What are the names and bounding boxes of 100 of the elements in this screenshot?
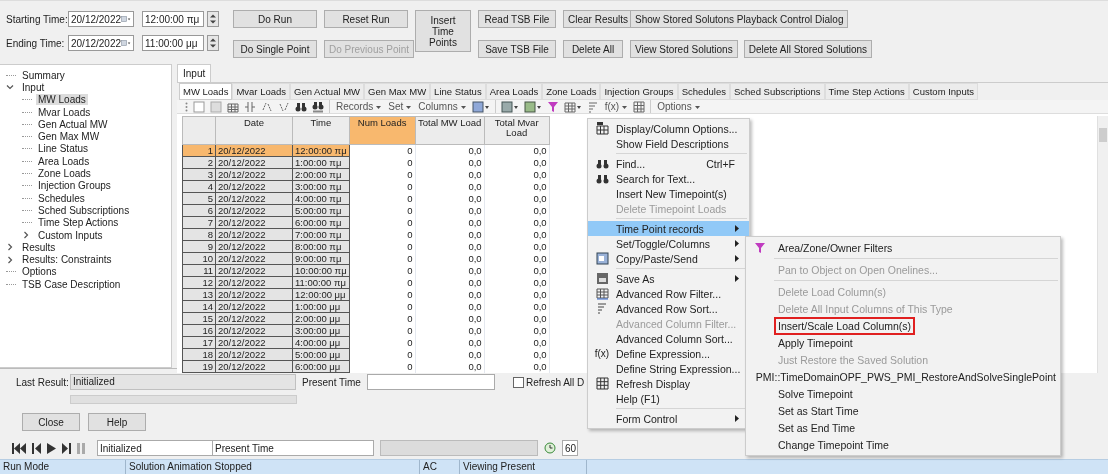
column-header[interactable]: Num Loads bbox=[349, 116, 416, 145]
column-header[interactable]: Total MW Load bbox=[415, 116, 485, 145]
menu-item[interactable]: Time Point records bbox=[588, 221, 749, 236]
toolbar-menu[interactable]: f(x) bbox=[603, 101, 629, 112]
time-field[interactable]: 11:00:00 μμ bbox=[142, 35, 204, 51]
tree-item[interactable]: Injection Groups bbox=[36, 180, 113, 192]
toolbar-button[interactable]: Save TSB File bbox=[478, 40, 556, 58]
menu-item[interactable]: Advanced Row Filter... bbox=[588, 286, 749, 301]
tree-item[interactable]: Sched Subscriptions bbox=[36, 204, 132, 216]
toolbar-menu[interactable]: Options bbox=[656, 101, 701, 112]
menu-item[interactable]: Solve Timepoint bbox=[746, 385, 1060, 402]
grid-icon[interactable] bbox=[633, 100, 646, 113]
scrollbar[interactable] bbox=[1097, 116, 1108, 373]
toolbar-menu[interactable]: Set bbox=[387, 101, 413, 112]
tree-item[interactable]: Line Status bbox=[36, 143, 91, 155]
toolbar-menu[interactable]: Columns bbox=[417, 101, 467, 112]
time-field[interactable]: 12:00:00 πμ bbox=[142, 11, 204, 27]
column-header[interactable]: Date bbox=[215, 116, 293, 145]
menu-item[interactable]: Area/Zone/Owner Filters bbox=[746, 239, 1060, 256]
menu-item[interactable]: f(x) Define Expression... bbox=[588, 346, 749, 361]
tree-item[interactable]: MW Loads bbox=[36, 94, 88, 106]
tree-item[interactable]: Input bbox=[20, 81, 47, 93]
grid-icon[interactable] bbox=[563, 100, 582, 113]
tab[interactable]: Time Step Actions bbox=[824, 83, 909, 100]
toolbar-button[interactable]: Insert Time Points bbox=[415, 10, 471, 52]
tree-item[interactable]: Summary bbox=[20, 69, 67, 81]
menu-item[interactable]: Advanced Row Sort... bbox=[588, 301, 749, 316]
menu-item[interactable]: Show Field Descriptions bbox=[588, 136, 749, 151]
tree-item[interactable]: Gen Max MW bbox=[36, 131, 102, 143]
toolbar-button[interactable]: Reset Run bbox=[324, 10, 408, 28]
toolbar-button[interactable]: Do Run bbox=[233, 10, 317, 28]
step-back-icon[interactable] bbox=[32, 442, 41, 454]
chevron-icon[interactable] bbox=[6, 83, 14, 92]
tab[interactable]: MW Loads bbox=[179, 83, 233, 100]
date-field[interactable]: 20/12/2022 bbox=[68, 35, 134, 51]
tab[interactable]: Gen Actual MW bbox=[290, 83, 365, 100]
menu-item[interactable]: Find... Ctrl+F bbox=[588, 156, 749, 171]
tab[interactable]: Custom Inputs bbox=[908, 83, 979, 100]
toolbar-button[interactable]: Do Single Point bbox=[233, 40, 317, 58]
chevron-icon[interactable] bbox=[22, 231, 30, 239]
calendar-dropdown-icon[interactable] bbox=[121, 14, 131, 24]
grid-icon[interactable] bbox=[227, 100, 239, 113]
tab[interactable]: Input bbox=[177, 64, 212, 82]
columns-icon[interactable] bbox=[244, 100, 256, 113]
table-icon[interactable] bbox=[500, 100, 519, 113]
menu-item[interactable]: Insert New Timepoint(s) bbox=[588, 186, 749, 201]
chevron-icon[interactable] bbox=[6, 243, 14, 252]
date-field[interactable]: 20/12/2022 bbox=[68, 11, 134, 27]
speed-field[interactable]: 60 bbox=[562, 440, 578, 456]
tab[interactable]: Schedules bbox=[677, 83, 730, 100]
tab[interactable]: Line Status bbox=[430, 83, 486, 100]
table-icon[interactable] bbox=[471, 100, 490, 113]
spin-button-icon[interactable] bbox=[207, 35, 219, 51]
menu-item[interactable]: Set/Toggle/Columns bbox=[588, 236, 749, 251]
binoculars-icon[interactable] bbox=[312, 100, 324, 113]
toolbar-menu[interactable]: Records bbox=[335, 101, 383, 112]
tab[interactable]: Sched Subscriptions bbox=[730, 83, 825, 100]
menu-item[interactable]: Change Timepoint Time bbox=[746, 436, 1060, 453]
play-icon[interactable] bbox=[47, 442, 56, 454]
menu-item[interactable]: Set as End Time bbox=[746, 419, 1060, 436]
time-field[interactable] bbox=[366, 374, 495, 390]
toolbar-button[interactable]: View Stored Solutions bbox=[630, 40, 738, 58]
menu-item[interactable]: Copy/Paste/Send bbox=[588, 251, 749, 266]
menu-item[interactable]: Form Control bbox=[588, 411, 749, 426]
tree-item[interactable]: Time Step Actions bbox=[36, 217, 121, 229]
tree-item[interactable]: Gen Actual MW bbox=[36, 118, 110, 130]
tree-item[interactable]: Schedules bbox=[36, 192, 87, 204]
skip-to-start-icon[interactable] bbox=[12, 442, 26, 454]
tree-item[interactable]: Results: Constraints bbox=[20, 254, 114, 266]
dialog-button[interactable]: Close bbox=[22, 413, 80, 431]
column-header[interactable]: Total Mvar Load bbox=[484, 116, 550, 145]
column-header[interactable]: Time bbox=[292, 116, 350, 145]
tab[interactable]: Gen Max MW bbox=[364, 83, 431, 100]
tree-item[interactable]: Results bbox=[20, 241, 58, 253]
menu-item[interactable]: Set as Start Time bbox=[746, 402, 1060, 419]
tree-item[interactable]: Mvar Loads bbox=[36, 106, 93, 118]
spin-button-icon[interactable] bbox=[207, 11, 219, 27]
toolbar-button[interactable]: Read TSB File bbox=[478, 10, 556, 28]
tree-item[interactable]: Area Loads bbox=[36, 155, 92, 167]
tab[interactable]: Injection Groups bbox=[600, 83, 678, 100]
tree-item[interactable]: Custom Inputs bbox=[36, 229, 105, 241]
toolbar-button[interactable]: Delete All Stored Solutions bbox=[743, 40, 873, 58]
tab[interactable]: Mvar Loads bbox=[232, 83, 291, 100]
toolbar-button[interactable]: Delete All bbox=[563, 40, 623, 58]
menu-item[interactable]: Search for Text... bbox=[588, 171, 749, 186]
step-forward-icon[interactable] bbox=[62, 442, 71, 454]
tab[interactable]: Zone Loads bbox=[542, 83, 601, 100]
menu-item[interactable]: Help (F1) bbox=[588, 391, 749, 406]
checkbox[interactable] bbox=[512, 376, 524, 388]
binoculars-icon[interactable] bbox=[295, 100, 307, 113]
menu-item[interactable]: Define String Expression... bbox=[588, 361, 749, 376]
menu-item[interactable]: Advanced Column Sort... bbox=[588, 331, 749, 346]
checkbox-label[interactable]: Refresh All D bbox=[525, 376, 585, 388]
chevron-icon[interactable] bbox=[6, 255, 14, 264]
menu-item[interactable]: Save As bbox=[588, 271, 749, 286]
tree-item[interactable]: Zone Loads bbox=[36, 168, 93, 179]
tab[interactable]: Area Loads bbox=[485, 83, 543, 100]
menu-item[interactable]: Display/Column Options... bbox=[588, 121, 749, 136]
table-icon[interactable] bbox=[523, 100, 542, 113]
calendar-dropdown-icon[interactable] bbox=[121, 38, 131, 48]
